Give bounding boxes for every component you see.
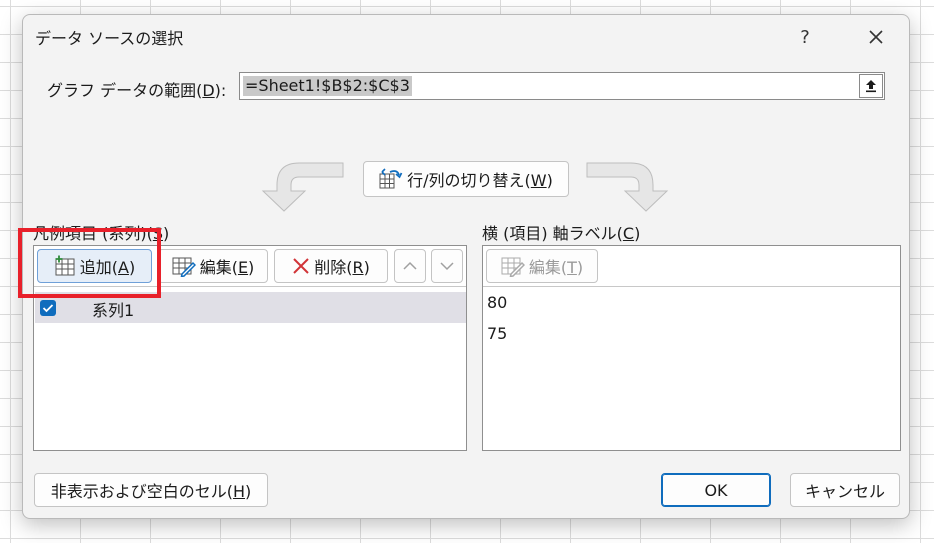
list-item[interactable]: 75 (487, 324, 507, 343)
hidden-empty-cells-label: 非表示および空白のセル(H) (50, 482, 252, 501)
switch-row-column-button[interactable]: 行/列の切り替え(W) (363, 161, 569, 197)
chart-data-range-input[interactable]: =Sheet1!$B$2:$C$3 (239, 72, 885, 100)
axis-labels-panel: 編集(T) 80 75 (482, 245, 901, 451)
edit-table-icon (501, 257, 525, 277)
close-icon (869, 30, 883, 44)
help-button[interactable]: ? (786, 19, 824, 55)
list-item[interactable]: 80 (487, 293, 507, 312)
title-bar: データ ソースの選択 ? (23, 15, 909, 61)
hidden-empty-cells-button[interactable]: 非表示および空白のセル(H) (34, 473, 268, 507)
chart-data-range-label: グラフ データの範囲(D): (47, 81, 227, 100)
axis-labels-label: 横 (項目) 軸ラベル(C) (482, 224, 641, 243)
series-name: 系列1 (92, 301, 135, 320)
switch-row-column-label: 行/列の切り替え(W) (407, 171, 553, 190)
edit-series-label: 編集(E) (199, 258, 255, 277)
check-icon (42, 304, 54, 313)
axis-toolbar: 編集(T) (483, 246, 900, 287)
collapse-arrow-icon (866, 80, 876, 93)
edit-table-icon (172, 257, 196, 277)
highlight-annotation (18, 228, 161, 298)
move-up-button[interactable] (394, 249, 426, 283)
delete-series-label: 削除(R) (314, 258, 370, 277)
delete-x-icon (293, 258, 309, 274)
edit-axis-labels-label: 編集(T) (528, 258, 584, 277)
collapse-range-button[interactable] (859, 74, 883, 98)
chevron-up-icon (403, 261, 417, 270)
right-curved-arrow-icon (586, 162, 669, 212)
chevron-down-icon (440, 262, 454, 271)
chart-data-range-value: =Sheet1!$B$2:$C$3 (243, 76, 412, 96)
left-curved-arrow-icon (261, 162, 344, 212)
dialog-title: データ ソースの選択 (35, 29, 184, 48)
switch-row-column-icon (379, 168, 403, 189)
close-button[interactable] (855, 19, 897, 55)
cancel-button[interactable]: キャンセル (790, 473, 900, 507)
edit-series-button[interactable]: 編集(E) (158, 249, 268, 283)
delete-series-button[interactable]: 削除(R) (274, 249, 388, 283)
ok-button[interactable]: OK (661, 473, 771, 507)
help-icon: ? (800, 26, 810, 48)
move-down-button[interactable] (431, 249, 463, 283)
edit-axis-labels-button[interactable]: 編集(T) (486, 249, 598, 283)
series-checkbox[interactable] (40, 300, 56, 316)
